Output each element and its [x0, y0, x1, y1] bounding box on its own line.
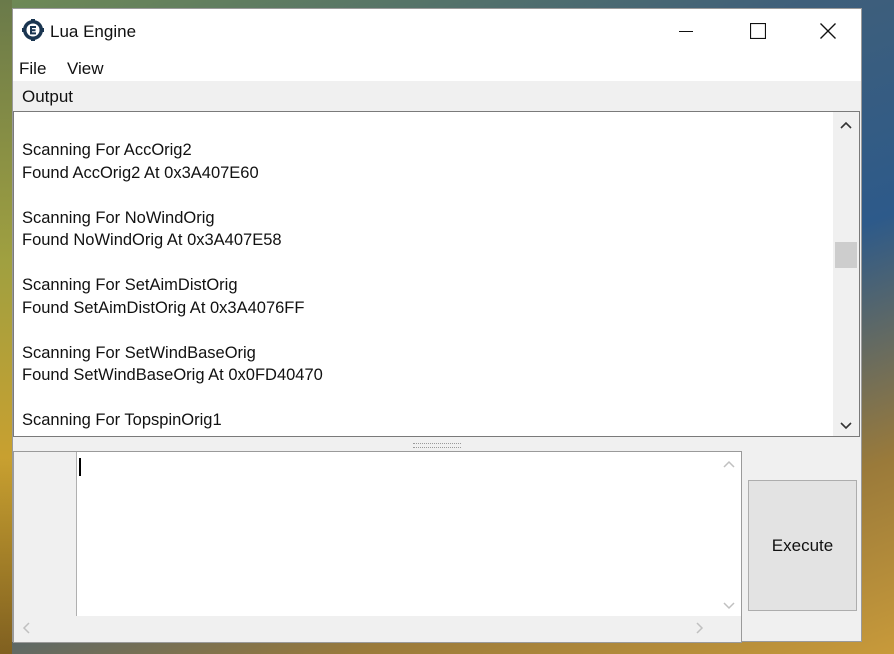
- panel-splitter[interactable]: [413, 443, 461, 448]
- output-line: Scanning For SetWindBaseOrig: [22, 343, 256, 362]
- output-line: Found SetWindBaseOrig At 0x0FD40470: [22, 366, 323, 384]
- minimize-button[interactable]: [651, 9, 721, 53]
- output-line: Found AccOrig2 At 0x3A407E60: [22, 163, 259, 182]
- output-line: Scanning For AccOrig2: [22, 141, 192, 159]
- menu-bar: File View: [13, 53, 861, 81]
- scroll-left-icon[interactable]: [22, 622, 30, 634]
- output-line: Scanning For NoWindOrig: [22, 208, 215, 227]
- output-line: Scanning For TopspinOrig1: [22, 411, 222, 429]
- window-title: Lua Engine: [50, 22, 137, 41]
- scroll-up-icon[interactable]: [723, 460, 735, 468]
- output-line: Scanning For SetAimDistOrig: [22, 276, 238, 294]
- output-line: Found SetAimDistOrig At 0x3A4076FF: [22, 298, 305, 317]
- menu-file[interactable]: File: [19, 59, 46, 79]
- maximize-icon: [750, 23, 766, 39]
- scrollbar-thumb[interactable]: [835, 242, 857, 268]
- minimize-icon: [679, 31, 693, 32]
- editor-vertical-scrollbar[interactable]: [717, 452, 741, 616]
- desktop-background: [0, 0, 12, 654]
- line-number-gutter: [14, 452, 77, 616]
- output-text: Scanning For AccOrig2 Found AccOrig2 At …: [22, 139, 829, 432]
- scroll-right-icon[interactable]: [696, 622, 704, 634]
- output-panel[interactable]: Scanning For AccOrig2 Found AccOrig2 At …: [13, 111, 860, 437]
- output-scrollbar[interactable]: [833, 112, 859, 436]
- close-icon: [820, 23, 836, 39]
- lua-engine-window: Lua Engine File View Output Scanning For…: [12, 8, 862, 643]
- menu-view[interactable]: View: [67, 59, 104, 79]
- editor-horizontal-scrollbar[interactable]: [14, 616, 741, 642]
- title-bar[interactable]: Lua Engine: [13, 9, 861, 53]
- execute-button[interactable]: Execute: [748, 480, 857, 611]
- cheat-engine-icon: [22, 19, 44, 41]
- scroll-down-icon[interactable]: [840, 422, 852, 430]
- scroll-down-icon[interactable]: [723, 602, 735, 610]
- output-label: Output: [22, 87, 74, 106]
- output-line: Found NoWindOrig At 0x3A407E58: [22, 231, 282, 249]
- script-editor[interactable]: [13, 451, 742, 643]
- maximize-button[interactable]: [723, 9, 793, 53]
- text-cursor: [79, 458, 81, 476]
- scroll-up-icon[interactable]: [840, 121, 852, 129]
- close-button[interactable]: [793, 9, 863, 53]
